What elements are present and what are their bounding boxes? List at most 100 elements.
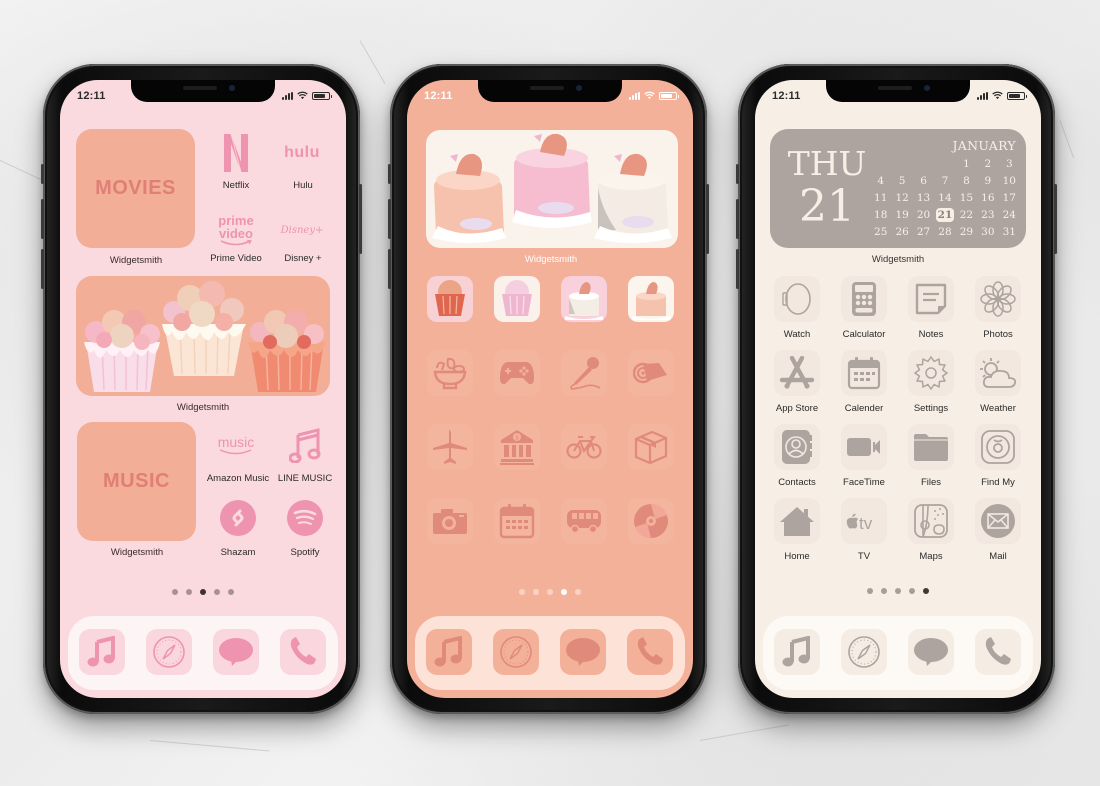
netflix-app[interactable] xyxy=(213,132,259,174)
files-app[interactable] xyxy=(908,424,954,470)
dock-music-app[interactable] xyxy=(79,629,125,675)
page-dot[interactable] xyxy=(881,588,887,594)
status-time: 12:11 xyxy=(424,90,453,102)
calendar-day: 7 xyxy=(941,175,949,187)
cupcakes-photo-widget[interactable] xyxy=(76,276,330,396)
maps-app[interactable] xyxy=(908,498,954,544)
dock-safari-app[interactable] xyxy=(493,629,539,675)
home-app[interactable] xyxy=(774,498,820,544)
mail-app[interactable] xyxy=(975,498,1021,544)
contacts-app[interactable] xyxy=(774,424,820,470)
package-box-app[interactable] xyxy=(628,424,674,470)
calendar-day: 1 xyxy=(963,158,970,170)
page-dot[interactable] xyxy=(547,589,553,595)
shazam-app[interactable] xyxy=(220,500,256,536)
calendar-blank xyxy=(913,157,934,171)
facetime-icon xyxy=(846,436,882,458)
dock-messages-app[interactable] xyxy=(560,629,606,675)
disney-plus-app[interactable]: Disney+ xyxy=(279,210,325,250)
calendar-day: 2 xyxy=(984,158,992,170)
dock-messages-app[interactable] xyxy=(908,629,954,675)
volume-button xyxy=(388,164,391,184)
yoga-mat-icon xyxy=(633,362,667,384)
music-widget[interactable]: MUSIC xyxy=(77,422,196,541)
weather-app[interactable] xyxy=(975,350,1021,396)
cake-white-app[interactable] xyxy=(561,276,607,322)
calendar-widget[interactable]: THU 21 JANUARY 1 2 3 4 5 6 7 8 9 10 11 12 13 14 15 16 17… xyxy=(770,129,1026,248)
movies-widget[interactable]: MOVIES xyxy=(76,129,195,248)
amazon-music-app[interactable]: music xyxy=(213,425,259,465)
calender-app[interactable] xyxy=(841,350,887,396)
bank-app[interactable]: $ xyxy=(494,424,540,470)
marble-vein xyxy=(359,40,386,85)
volume-button xyxy=(736,164,739,184)
music-note-icon xyxy=(289,428,321,463)
salad-bowl-app[interactable] xyxy=(427,350,473,396)
settings-app[interactable] xyxy=(908,350,954,396)
page-dot[interactable] xyxy=(867,588,873,594)
photos-app[interactable] xyxy=(975,276,1021,322)
page-dot[interactable] xyxy=(519,589,525,595)
dock-phone-app[interactable] xyxy=(627,629,673,675)
calendar-app[interactable] xyxy=(494,498,540,544)
package-box-icon xyxy=(634,430,668,465)
page-dot[interactable] xyxy=(533,589,539,595)
cupcake-orange-app[interactable] xyxy=(427,276,473,322)
airplane-app[interactable] xyxy=(427,424,473,470)
page-dot-active[interactable] xyxy=(923,588,929,594)
page-dot[interactable] xyxy=(172,589,178,595)
hulu-app[interactable]: hulu xyxy=(279,132,325,174)
app-label: Home xyxy=(784,551,810,562)
line-music-app[interactable] xyxy=(282,425,328,465)
page-dot[interactable] xyxy=(909,588,915,594)
calculator-app[interactable] xyxy=(841,276,887,322)
page-dot[interactable] xyxy=(186,589,192,595)
app-label: Shazam xyxy=(220,547,256,558)
spotify-app[interactable] xyxy=(287,500,323,536)
dock-safari-app[interactable] xyxy=(146,629,192,675)
calendar-day: 11 xyxy=(874,192,888,204)
smile-arrow-icon xyxy=(220,239,252,245)
camera-app[interactable] xyxy=(427,498,473,544)
dock-phone-app[interactable] xyxy=(975,629,1021,675)
app-store-app[interactable] xyxy=(774,350,820,396)
page-indicator[interactable] xyxy=(60,589,346,595)
page-dot-active[interactable] xyxy=(561,589,567,595)
app-label: Files xyxy=(920,477,942,488)
facetime-app[interactable] xyxy=(841,424,887,470)
page-indicator[interactable] xyxy=(755,588,1041,594)
dock-safari-app[interactable] xyxy=(841,629,887,675)
volume-button xyxy=(41,249,44,289)
calendar-day: 24 xyxy=(1002,209,1016,221)
bicycle-app[interactable] xyxy=(561,424,607,470)
microphone-app[interactable] xyxy=(561,350,607,396)
page-dot[interactable] xyxy=(228,589,234,595)
notes-app[interactable] xyxy=(908,276,954,322)
dock-music-app[interactable] xyxy=(774,629,820,675)
page-dot-active[interactable] xyxy=(200,589,206,595)
page-dot[interactable] xyxy=(214,589,220,595)
dock-phone-app[interactable] xyxy=(280,629,326,675)
battery-icon xyxy=(659,91,679,100)
app-label: Hulu xyxy=(293,180,313,191)
cupcake-pink-app[interactable] xyxy=(494,276,540,322)
bus-app[interactable] xyxy=(561,498,607,544)
page-dot[interactable] xyxy=(575,589,581,595)
page-indicator[interactable] xyxy=(407,589,693,595)
battery-icon xyxy=(312,91,332,100)
folder-icon xyxy=(913,432,949,462)
yoga-mat-app[interactable] xyxy=(628,350,674,396)
page-dot[interactable] xyxy=(895,588,901,594)
battery-icon xyxy=(1007,91,1027,100)
find-my-app[interactable] xyxy=(975,424,1021,470)
prime-video-app[interactable]: prime video xyxy=(211,206,261,254)
watch-app[interactable] xyxy=(774,276,820,322)
cake-peach-app[interactable] xyxy=(628,276,674,322)
tv-app[interactable]: tv xyxy=(841,498,887,544)
game-controller-app[interactable] xyxy=(494,350,540,396)
dock-messages-app[interactable] xyxy=(213,629,259,675)
dock-music-app[interactable] xyxy=(426,629,472,675)
strawberry-cakes-widget[interactable] xyxy=(426,130,678,248)
disc-app[interactable] xyxy=(628,498,674,544)
widget-label: Widgetsmith xyxy=(524,254,578,265)
